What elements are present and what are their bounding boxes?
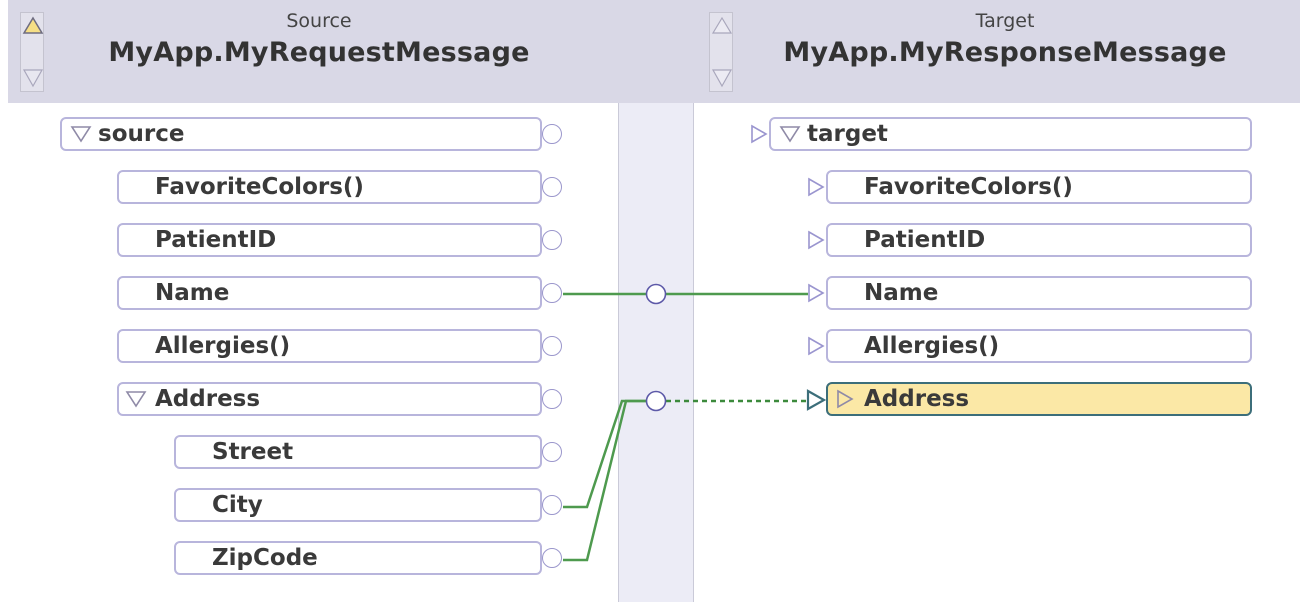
- target-node-label: target: [807, 121, 888, 147]
- source-node-label: City: [212, 492, 263, 518]
- circle-connector-icon[interactable]: [542, 283, 562, 303]
- source-node-label: FavoriteColors(): [155, 174, 364, 200]
- target-node-patientid[interactable]: PatientID: [826, 223, 1252, 257]
- source-node-street[interactable]: Street: [174, 435, 542, 469]
- source-title: MyApp.MyRequestMessage: [108, 37, 530, 68]
- source-node-allergies[interactable]: Allergies(): [117, 329, 542, 363]
- triangle-down-icon[interactable]: [125, 389, 147, 409]
- triangle-right-icon[interactable]: [807, 230, 825, 250]
- target-node-label: Address: [864, 386, 970, 412]
- target-node-favoritecolors[interactable]: FavoriteColors(): [826, 170, 1252, 204]
- target-node-address[interactable]: Address: [826, 382, 1252, 416]
- source-node-city[interactable]: City: [174, 488, 542, 522]
- source-caption: Source: [286, 10, 352, 32]
- circle-connector-icon[interactable]: [542, 336, 562, 356]
- target-node-root[interactable]: target: [769, 117, 1252, 151]
- target-node-label: PatientID: [864, 227, 986, 253]
- source-node-label: Name: [155, 280, 230, 306]
- target-node-name[interactable]: Name: [826, 276, 1252, 310]
- triangle-right-icon[interactable]: [750, 124, 768, 144]
- mapping-gutter: [618, 103, 694, 602]
- source-node-name[interactable]: Name: [117, 276, 542, 310]
- source-node-label: source: [98, 121, 185, 147]
- target-caption: Target: [975, 10, 1035, 32]
- target-header: Target MyApp.MyResponseMessage: [695, 0, 1300, 103]
- circle-connector-icon[interactable]: [542, 230, 562, 250]
- source-node-zipcode[interactable]: ZipCode: [174, 541, 542, 575]
- source-node-label: Street: [212, 439, 294, 465]
- circle-connector-icon[interactable]: [542, 124, 562, 144]
- circle-connector-icon[interactable]: [542, 548, 562, 568]
- triangle-right-icon[interactable]: [807, 177, 825, 197]
- target-node-label: Allergies(): [864, 333, 1000, 359]
- target-node-allergies[interactable]: Allergies(): [826, 329, 1252, 363]
- triangle-right-icon[interactable]: [807, 336, 825, 356]
- source-node-patientid[interactable]: PatientID: [117, 223, 542, 257]
- target-node-label: Name: [864, 280, 939, 306]
- source-node-label: Allergies(): [155, 333, 291, 359]
- circle-connector-icon[interactable]: [542, 389, 562, 409]
- source-node-favoritecolors[interactable]: FavoriteColors(): [117, 170, 542, 204]
- source-node-label: PatientID: [155, 227, 277, 253]
- source-node-label: Address: [155, 386, 261, 412]
- target-title: MyApp.MyResponseMessage: [783, 37, 1227, 68]
- source-node-address[interactable]: Address: [117, 382, 542, 416]
- circle-connector-icon[interactable]: [542, 177, 562, 197]
- triangle-right-icon[interactable]: [836, 389, 854, 409]
- source-header: Source MyApp.MyRequestMessage: [8, 0, 695, 103]
- triangle-right-icon[interactable]: [806, 389, 826, 411]
- triangle-right-icon[interactable]: [807, 283, 825, 303]
- source-node-root[interactable]: source: [60, 117, 542, 151]
- circle-connector-icon[interactable]: [542, 495, 562, 515]
- triangle-down-icon[interactable]: [70, 124, 92, 144]
- circle-connector-icon[interactable]: [542, 442, 562, 462]
- source-node-label: ZipCode: [212, 545, 318, 571]
- triangle-down-icon[interactable]: [779, 124, 801, 144]
- target-node-label: FavoriteColors(): [864, 174, 1073, 200]
